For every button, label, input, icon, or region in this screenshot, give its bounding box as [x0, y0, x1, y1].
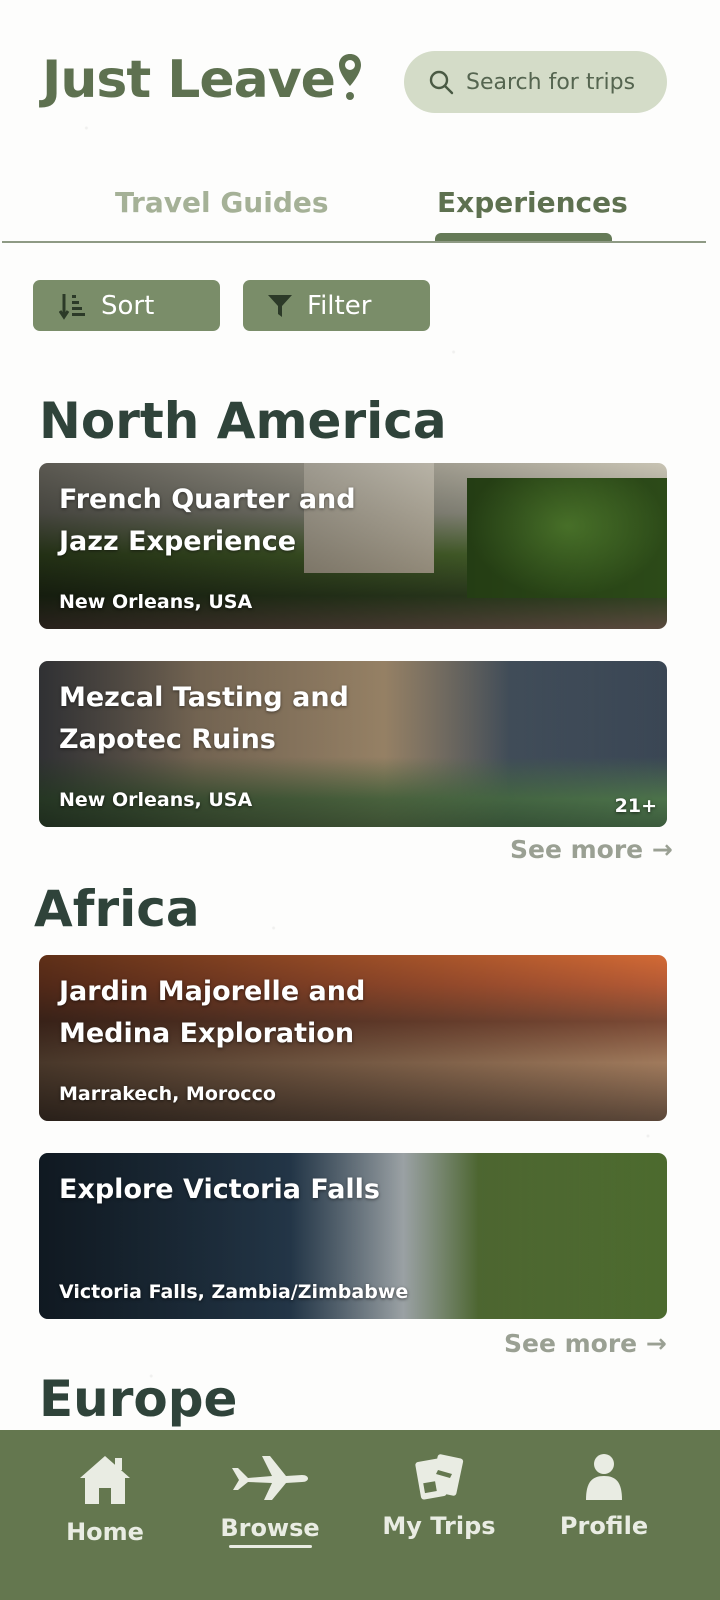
- experience-card[interactable]: French Quarter and Jazz Experience New O…: [39, 463, 667, 629]
- nav-home[interactable]: Home: [35, 1452, 175, 1546]
- nav-browse[interactable]: Browse: [200, 1452, 340, 1542]
- nav-label: Browse: [220, 1514, 320, 1542]
- nav-label: Home: [66, 1518, 144, 1546]
- sort-icon: [59, 293, 85, 320]
- nav-label: Profile: [559, 1512, 649, 1540]
- filter-button[interactable]: Filter: [243, 280, 430, 331]
- person-icon: [586, 1454, 622, 1500]
- card-location: New Orleans, USA: [59, 591, 253, 613]
- card-location: Victoria Falls, Zambia/Zimbabwe: [59, 1281, 409, 1303]
- filter-label: Filter: [307, 290, 372, 321]
- see-more-link-africa[interactable]: See more →: [504, 1329, 667, 1358]
- bottom-navigation: Home Browse My Trips Profile: [0, 1430, 720, 1600]
- tab-experiences[interactable]: Experiences: [437, 186, 628, 219]
- experience-card[interactable]: Explore Victoria Falls Victoria Falls, Z…: [39, 1153, 667, 1319]
- sort-button[interactable]: Sort: [33, 280, 220, 331]
- section-title-africa: Africa: [34, 880, 200, 938]
- card-location: New Orleans, USA: [59, 789, 253, 811]
- experience-card[interactable]: Jardin Majorelle and Medina Exploration …: [39, 955, 667, 1121]
- airplane-icon: [232, 1456, 308, 1500]
- search-icon: [429, 70, 454, 95]
- card-title: French Quarter and Jazz Experience: [59, 484, 356, 557]
- tab-divider: [2, 241, 706, 243]
- search-placeholder: Search for trips: [466, 69, 636, 95]
- tab-bar: Travel Guides Experiences: [0, 178, 720, 244]
- section-title-north-america: North America: [39, 392, 447, 450]
- nav-my-trips[interactable]: My Trips: [369, 1452, 509, 1540]
- nav-label: My Trips: [382, 1512, 496, 1540]
- map-pin-icon: [337, 50, 363, 115]
- tickets-icon: [415, 1454, 464, 1500]
- sort-label: Sort: [101, 290, 155, 321]
- home-icon: [80, 1456, 130, 1504]
- search-bar[interactable]: Search for trips: [404, 51, 667, 113]
- active-nav-indicator: [229, 1545, 312, 1548]
- app-logo: Just Leave: [42, 50, 363, 115]
- tab-travel-guides[interactable]: Travel Guides: [115, 186, 329, 219]
- filter-icon: [268, 294, 292, 317]
- age-badge: 21+: [614, 795, 657, 817]
- card-title: Jardin Majorelle and Medina Exploration: [59, 976, 366, 1049]
- app-title: Just Leave: [42, 50, 336, 110]
- section-title-europe: Europe: [39, 1370, 238, 1428]
- see-more-link-north-america[interactable]: See more →: [510, 835, 673, 864]
- card-location: Marrakech, Morocco: [59, 1083, 276, 1105]
- nav-profile[interactable]: Profile: [534, 1452, 674, 1540]
- experience-card[interactable]: Mezcal Tasting and Zapotec Ruins New Orl…: [39, 661, 667, 827]
- card-title: Explore Victoria Falls: [59, 1174, 381, 1205]
- card-title: Mezcal Tasting and Zapotec Ruins: [59, 682, 349, 755]
